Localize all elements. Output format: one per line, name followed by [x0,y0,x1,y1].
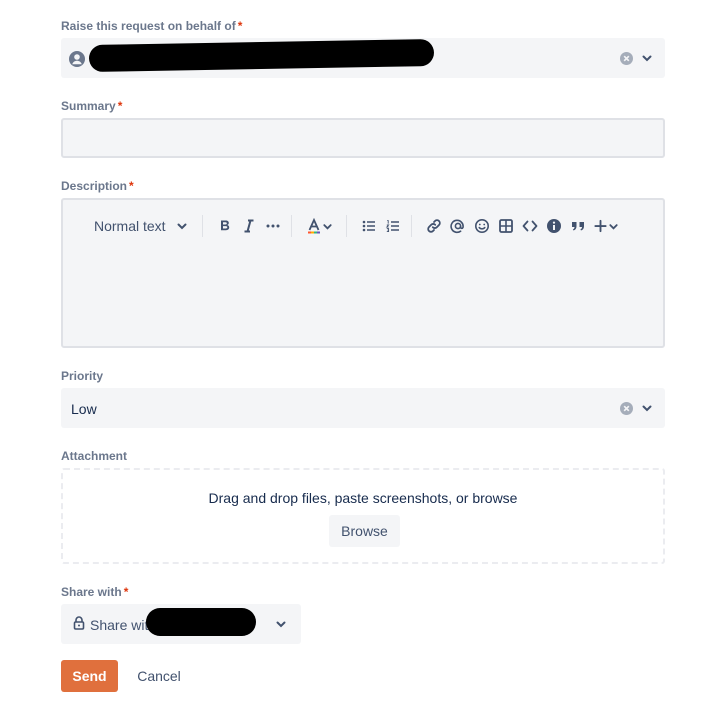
priority-value: Low [71,401,97,417]
summary-label: Summary * [61,99,123,113]
attachment-label: Attachment [61,449,128,463]
divider [201,215,203,237]
quote-icon[interactable] [566,214,590,238]
required-mark: * [129,179,134,193]
info-icon[interactable] [542,214,566,238]
cancel-button[interactable]: Cancel [128,660,190,692]
share-with-label: Share with * [61,585,129,599]
dropzone-text: Drag and drop files, paste screenshots, … [208,490,518,506]
summary-input[interactable] [61,118,665,158]
code-icon[interactable] [518,214,542,238]
emoji-icon[interactable] [470,214,494,238]
on-behalf-select[interactable] [61,38,665,78]
priority-label: Priority [61,369,104,383]
browse-button[interactable]: Browse [329,515,400,547]
chevron-down-icon[interactable] [641,402,653,414]
user-avatar-icon [69,51,85,67]
clear-icon[interactable] [620,51,633,65]
chevron-down-icon [608,223,618,230]
redacted-name [146,608,256,636]
share-with-select[interactable]: Share wit [61,604,301,644]
redacted-name [88,38,435,73]
text-style-dropdown[interactable]: Normal text [94,218,202,234]
link-icon[interactable] [422,214,446,238]
priority-select[interactable]: Low [61,388,665,428]
divider [290,215,292,237]
chevron-down-icon [177,223,187,230]
divider [410,215,412,237]
numbered-list-icon[interactable] [381,214,405,238]
description-editor[interactable]: Normal text [61,198,665,348]
insert-icon[interactable] [590,214,622,238]
chevron-down-icon[interactable] [641,52,653,64]
clear-icon[interactable] [620,401,633,415]
required-mark: * [123,585,129,599]
description-label: Description * [61,179,134,193]
required-mark: * [117,99,123,113]
lock-icon [73,616,85,630]
divider [345,215,347,237]
editor-toolbar: Normal text [63,200,663,252]
more-icon[interactable] [261,214,285,238]
bold-icon[interactable] [213,214,237,238]
on-behalf-label: Raise this request on behalf of * [61,19,243,33]
mention-icon[interactable] [446,214,470,238]
share-with-value: Share wit [90,617,149,633]
italic-icon[interactable] [237,214,261,238]
bullet-list-icon[interactable] [357,214,381,238]
attachment-dropzone[interactable]: Drag and drop files, paste screenshots, … [61,468,665,564]
table-icon[interactable] [494,214,518,238]
chevron-down-icon [276,621,286,628]
chevron-down-icon [323,223,332,230]
text-color-icon[interactable] [302,214,338,238]
send-button[interactable]: Send [61,660,118,692]
required-mark: * [237,19,243,33]
